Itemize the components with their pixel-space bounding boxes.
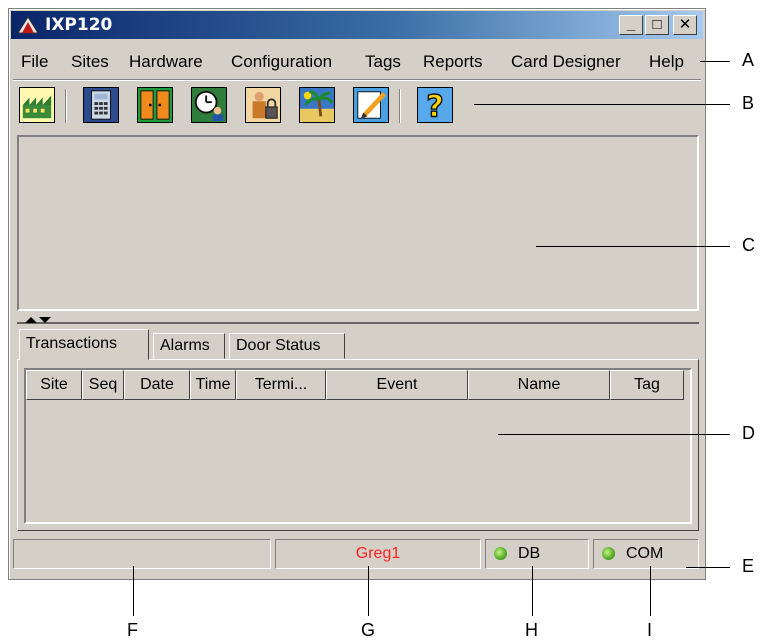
svg-text:?: ? bbox=[426, 89, 444, 123]
db-status-led-icon bbox=[494, 547, 507, 560]
expand-up-icon bbox=[25, 317, 37, 323]
callout-line-d bbox=[498, 434, 730, 435]
callout-label-e: E bbox=[742, 556, 755, 576]
toolbar: ? bbox=[13, 83, 701, 129]
menu-tags[interactable]: Tags bbox=[365, 52, 401, 72]
holiday-icon[interactable] bbox=[299, 87, 335, 123]
callout-label-a: A bbox=[742, 50, 755, 70]
callout-label-d: D bbox=[742, 423, 755, 443]
time-user-icon[interactable] bbox=[191, 87, 227, 123]
callout-line-c bbox=[536, 246, 730, 247]
column-header-tag[interactable]: Tag bbox=[610, 370, 684, 400]
status-user-name: Greg1 bbox=[275, 539, 481, 569]
callout-label-c: C bbox=[742, 235, 755, 255]
column-header-terminal[interactable]: Termi... bbox=[236, 370, 326, 400]
callout-label-i: I bbox=[647, 620, 653, 640]
app-window: IXP120 _ □ ✕ File Sites Hardware Configu… bbox=[8, 8, 706, 580]
menu-hardware[interactable]: Hardware bbox=[129, 52, 203, 72]
status-com-label: COM bbox=[626, 545, 664, 562]
window-title: IXP120 bbox=[45, 15, 113, 35]
menu-card-designer[interactable]: Card Designer bbox=[511, 52, 621, 72]
status-com: COM bbox=[593, 539, 699, 569]
callout-label-b: B bbox=[742, 93, 755, 113]
menu-bar: File Sites Hardware Configuration Tags R… bbox=[11, 49, 703, 75]
callout-line-e bbox=[686, 567, 730, 568]
user-lock-icon[interactable] bbox=[245, 87, 281, 123]
column-header-seq[interactable]: Seq bbox=[82, 370, 124, 400]
menu-sites[interactable]: Sites bbox=[71, 52, 109, 72]
column-header-date[interactable]: Date bbox=[124, 370, 190, 400]
splitter-bar[interactable] bbox=[17, 316, 699, 324]
status-bar: Greg1 DB COM bbox=[13, 537, 701, 573]
close-button[interactable]: ✕ bbox=[673, 15, 697, 35]
toolbar-separator bbox=[65, 89, 67, 123]
menu-file[interactable]: File bbox=[21, 52, 48, 72]
callout-line-a bbox=[700, 61, 730, 62]
column-header-time[interactable]: Time bbox=[190, 370, 236, 400]
status-db-label: DB bbox=[518, 545, 541, 562]
menu-help[interactable]: Help bbox=[649, 52, 684, 72]
callout-label-h: H bbox=[525, 620, 538, 640]
transactions-panel: Site Seq Date Time Termi... Event Name T… bbox=[17, 359, 699, 531]
menu-reports[interactable]: Reports bbox=[423, 52, 483, 72]
tab-alarms[interactable]: Alarms bbox=[153, 333, 225, 359]
callout-line-f bbox=[133, 566, 134, 616]
status-db: DB bbox=[485, 539, 589, 569]
toolbar-separator bbox=[399, 89, 401, 123]
callout-line-b bbox=[474, 104, 730, 105]
tab-transactions[interactable]: Transactions bbox=[19, 329, 149, 360]
column-header-site[interactable]: Site bbox=[26, 370, 82, 400]
door-icon[interactable] bbox=[137, 87, 173, 123]
callout-label-f: F bbox=[127, 620, 138, 640]
column-header-event[interactable]: Event bbox=[326, 370, 468, 400]
main-view-pane[interactable] bbox=[17, 135, 699, 311]
status-panel-message bbox=[13, 539, 271, 569]
menu-separator bbox=[13, 79, 701, 81]
sites-icon[interactable] bbox=[19, 87, 55, 123]
minimize-button[interactable]: _ bbox=[619, 15, 643, 35]
column-header-name[interactable]: Name bbox=[468, 370, 610, 400]
edit-icon[interactable] bbox=[353, 87, 389, 123]
transactions-table[interactable]: Site Seq Date Time Termi... Event Name T… bbox=[24, 368, 692, 524]
callout-line-i bbox=[650, 566, 651, 616]
callout-label-g: G bbox=[361, 620, 376, 640]
callout-line-h bbox=[532, 566, 533, 616]
help-icon[interactable]: ? bbox=[417, 87, 453, 123]
controller-icon[interactable] bbox=[83, 87, 119, 123]
tab-door-status[interactable]: Door Status bbox=[229, 333, 345, 359]
title-bar[interactable]: IXP120 _ □ ✕ bbox=[11, 11, 703, 39]
maximize-button[interactable]: □ bbox=[645, 15, 669, 35]
app-logo-icon bbox=[17, 16, 39, 34]
collapse-down-icon bbox=[39, 317, 51, 323]
callout-line-g bbox=[368, 566, 369, 616]
com-status-led-icon bbox=[602, 547, 615, 560]
menu-configuration[interactable]: Configuration bbox=[231, 52, 332, 72]
